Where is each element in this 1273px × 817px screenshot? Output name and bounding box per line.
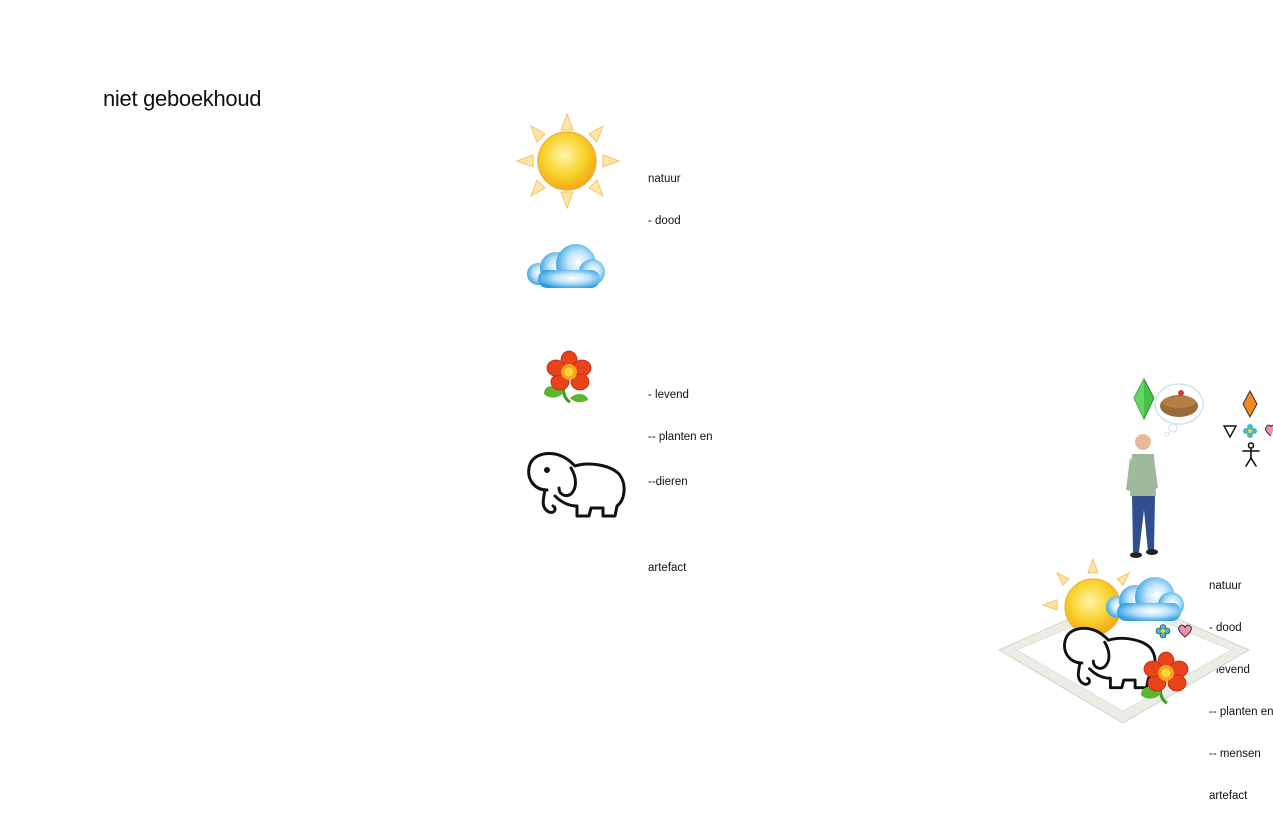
human-icon (1242, 442, 1260, 467)
flower-label: - levend -- planten en (648, 360, 713, 458)
triangle-icon (1222, 425, 1238, 439)
flower-label-line-1: - levend (648, 389, 689, 401)
sun-label: natuur - dood (648, 144, 681, 242)
scene-label-line-6: artefact (1209, 790, 1248, 802)
flower-label-line-2: -- planten en (648, 431, 713, 443)
thought-bubble-icon (1154, 383, 1204, 437)
isometric-scene (997, 557, 1251, 724)
scene-label-line-5: -- mensen (1209, 748, 1261, 760)
small-flower-icon (1243, 424, 1257, 438)
page-title: niet geboekhoud (103, 86, 262, 111)
elephant-label: --dieren (648, 476, 688, 488)
diamond-icon (1242, 389, 1258, 419)
sun-icon (515, 112, 621, 210)
person-icon (1126, 434, 1158, 558)
elephant-icon (527, 452, 626, 518)
sun-label-line-2: - dood (648, 215, 681, 227)
heart-icon (1265, 424, 1273, 437)
scene-cloud-icon (1106, 577, 1184, 621)
flower-icon (544, 350, 592, 404)
cloud-icon (527, 244, 605, 288)
artefact-label: artefact (648, 562, 687, 574)
sun-label-line-1: natuur (648, 173, 681, 185)
